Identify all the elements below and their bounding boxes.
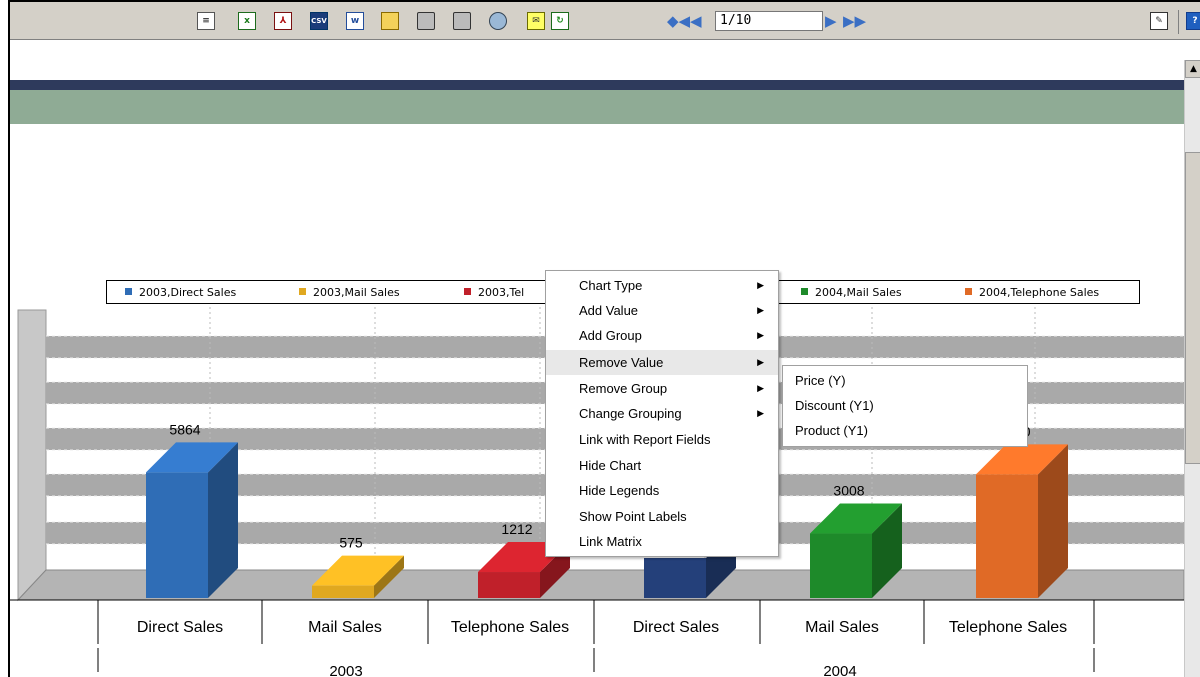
x-axis-category-label: Telephone Sales — [949, 619, 1067, 636]
last-page-icon[interactable]: ▶▶ — [843, 12, 866, 30]
legend-swatch — [965, 288, 972, 295]
bar-front — [976, 474, 1038, 598]
submenu-arrow-icon: ▶ — [757, 383, 764, 393]
copy-icon[interactable] — [381, 12, 399, 30]
x-axis-category-label: Direct Sales — [137, 619, 223, 636]
legend-item: 2003,Direct Sales — [125, 287, 236, 299]
bar-data-label: 3008 — [833, 483, 864, 499]
previous-page-icon[interactable]: ◀ — [690, 12, 702, 30]
legend-swatch — [125, 288, 132, 295]
menu-item-remove-value[interactable]: Remove Value ▶ — [546, 350, 778, 375]
report-viewer: ≡ x ⅄ CSV w ✉ ↻ ◆◀ ◀ 1/10 ▶ ▶▶ ✎ ? 5864 5… — [8, 0, 1200, 677]
refresh-icon[interactable]: ↻ — [551, 12, 569, 30]
vertical-scrollbar[interactable]: ▲ — [1184, 60, 1200, 677]
toolbar: ≡ x ⅄ CSV w ✉ ↻ ◆◀ ◀ 1/10 ▶ ▶▶ ✎ ? — [10, 0, 1200, 40]
print-icon[interactable] — [417, 12, 435, 30]
report-title-band — [10, 90, 1184, 124]
submenu-arrow-icon: ▶ — [757, 408, 764, 418]
bar-front — [810, 533, 872, 598]
first-page-icon[interactable]: ◆◀ — [667, 12, 690, 30]
globe-icon[interactable] — [489, 12, 507, 30]
x-axis-category-label: Mail Sales — [308, 619, 382, 636]
submenu-item-discount[interactable]: Discount (Y1) — [783, 394, 1027, 418]
menu-item-show-point-labels[interactable]: Show Point Labels — [546, 504, 778, 529]
menu-item-add-group[interactable]: Add Group ▶ — [546, 323, 778, 348]
x-axis-category-label: Mail Sales — [805, 619, 879, 636]
bar-front — [644, 558, 706, 598]
menu-item-add-value[interactable]: Add Value ▶ — [546, 298, 778, 323]
csv-export-icon[interactable]: CSV — [310, 12, 328, 30]
excel-export-icon[interactable]: x — [238, 12, 256, 30]
toolbar-separator — [1178, 10, 1179, 34]
menu-item-hide-legends[interactable]: Hide Legends — [546, 478, 778, 503]
menu-item-change-grouping[interactable]: Change Grouping ▶ — [546, 401, 778, 426]
help-icon[interactable]: ? — [1186, 12, 1200, 30]
bar-front — [312, 585, 374, 598]
legend-item: 2003,Mail Sales — [299, 287, 400, 299]
print-preview-icon[interactable] — [453, 12, 471, 30]
next-page-icon[interactable]: ▶ — [825, 12, 837, 30]
bar-front — [146, 472, 208, 598]
submenu-arrow-icon: ▶ — [757, 357, 764, 367]
scroll-thumb[interactable] — [1185, 152, 1200, 464]
submenu-arrow-icon: ▶ — [757, 305, 764, 315]
bar-front — [478, 572, 540, 598]
pdf-export-icon[interactable]: ⅄ — [274, 12, 292, 30]
menu-item-remove-group[interactable]: Remove Group ▶ — [546, 376, 778, 401]
chart-side-wall — [17, 309, 47, 602]
word-export-icon[interactable]: w — [346, 12, 364, 30]
page-number-input[interactable]: 1/10 — [715, 11, 823, 31]
scroll-up-arrow-icon[interactable]: ▲ — [1185, 60, 1200, 78]
x-axis-category-label: Telephone Sales — [451, 619, 569, 636]
submenu-item-product[interactable]: Product (Y1) — [783, 419, 1027, 443]
remove-value-submenu: Price (Y) Discount (Y1) Product (Y1) — [782, 365, 1028, 447]
legend-item: 2004,Mail Sales — [801, 287, 902, 299]
email-icon[interactable]: ✉ — [527, 12, 545, 30]
legend-item: 2003,Tel — [464, 287, 524, 299]
bar-data-label: 5864 — [169, 421, 200, 437]
submenu-arrow-icon: ▶ — [757, 280, 764, 290]
menu-item-chart-type[interactable]: Chart Type ▶ — [546, 273, 778, 298]
menu-item-link-matrix[interactable]: Link Matrix — [546, 529, 778, 554]
x-axis-group-label: 2003 — [329, 663, 362, 677]
chart-context-menu: Chart Type ▶ Add Value ▶ Add Group ▶ Remove… — [545, 270, 779, 557]
menu-item-link-report-fields[interactable]: Link with Report Fields — [546, 427, 778, 452]
report-header-band — [10, 80, 1184, 90]
submenu-item-price[interactable]: Price (Y) — [783, 369, 1027, 393]
edit-icon[interactable]: ✎ — [1150, 12, 1168, 30]
bar-data-label: 1212 — [501, 521, 532, 537]
menu-item-hide-chart[interactable]: Hide Chart — [546, 453, 778, 478]
legend-item: 2004,Telephone Sales — [965, 287, 1099, 299]
x-axis-category-label: Direct Sales — [633, 619, 719, 636]
legend-swatch — [464, 288, 471, 295]
legend-swatch — [299, 288, 306, 295]
layout-icon[interactable]: ≡ — [197, 12, 215, 30]
bar-data-label: 575 — [339, 535, 363, 551]
legend-swatch — [801, 288, 808, 295]
submenu-arrow-icon: ▶ — [757, 330, 764, 340]
x-axis-group-label: 2004 — [823, 663, 856, 677]
